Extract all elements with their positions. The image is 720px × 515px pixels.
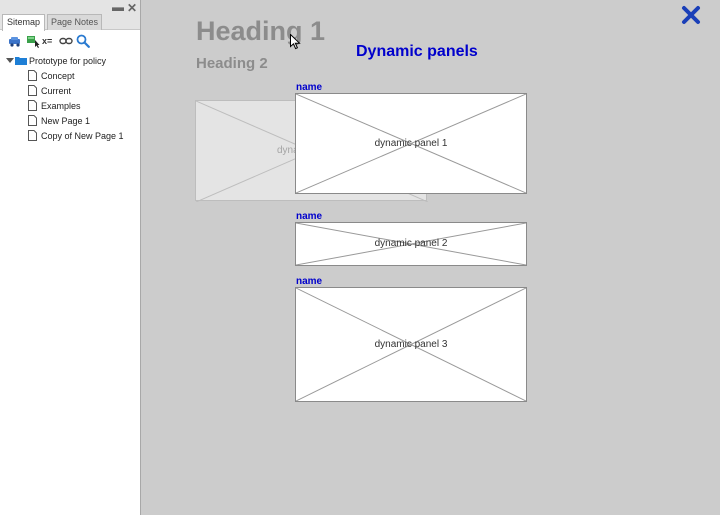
dynamic-panel-2[interactable]: dynamic panel 2 — [295, 222, 527, 266]
tree-item-new-page-1[interactable]: New Page 1 — [6, 115, 138, 130]
sitemap-toolbar: x= — [6, 34, 136, 48]
heading-2: Heading 2 — [196, 55, 268, 72]
dynamic-panel-1[interactable]: dynamic panel 1 — [295, 93, 527, 194]
tree-item-examples[interactable]: Examples — [6, 100, 138, 115]
page-icon — [28, 85, 37, 96]
tree-item-concept[interactable]: Concept — [6, 70, 138, 85]
panel-1-name: name — [296, 82, 323, 93]
tree-item-label: New Page 1 — [41, 116, 91, 126]
panel-2-name: name — [296, 211, 323, 222]
search-icon[interactable] — [76, 34, 90, 48]
link-icon[interactable] — [59, 34, 73, 48]
tab-sitemap[interactable]: Sitemap — [2, 14, 45, 31]
panel-1-label: dynamic panel 1 — [374, 138, 448, 149]
page-icon — [28, 130, 37, 141]
variables-icon[interactable]: x= — [42, 34, 58, 48]
dynamic-panels-title: Dynamic panels — [356, 43, 478, 60]
sidebar-tabbar: Sitemap Page Notes ▬ ✕ — [0, 0, 140, 31]
mouse-cursor-icon — [290, 34, 301, 50]
page-icon — [28, 70, 37, 81]
panel-3-name: name — [296, 276, 323, 287]
page-icon — [28, 100, 37, 111]
close-icon[interactable] — [680, 4, 702, 26]
minimize-button[interactable]: ▬ — [112, 1, 124, 13]
tree-item-label: Concept — [41, 71, 75, 81]
folder-icon — [15, 57, 27, 65]
tree-item-copy-of-new-page-1[interactable]: Copy of New Page 1 — [6, 130, 138, 145]
panel-3-label: dynamic panel 3 — [374, 339, 448, 350]
tree-item-current[interactable]: Current — [6, 85, 138, 100]
page-icon — [28, 115, 37, 126]
tree-root-label: Prototype for policy — [29, 56, 107, 66]
heading-1: Heading 1 — [196, 16, 326, 46]
close-sidebar-button[interactable]: ✕ — [127, 2, 137, 14]
add-page-icon[interactable] — [8, 34, 22, 48]
panel-2-label: dynamic panel 2 — [374, 238, 448, 249]
dynamic-panel-3[interactable]: dynamic panel 3 — [295, 287, 527, 402]
sitemap-tree: Prototype for policy Concept Current Exa… — [6, 55, 138, 145]
tree-item-label: Examples — [41, 101, 81, 111]
tree-item-label: Current — [41, 86, 72, 96]
sitemap-sidebar: Sitemap Page Notes ▬ ✕ x= Prototype for … — [0, 0, 141, 515]
tree-root-item[interactable]: Prototype for policy — [6, 55, 138, 70]
add-child-icon[interactable] — [26, 34, 40, 48]
expand-arrow-icon[interactable] — [6, 58, 14, 63]
tab-page-notes[interactable]: Page Notes — [47, 14, 102, 30]
tree-item-label: Copy of New Page 1 — [41, 131, 124, 141]
